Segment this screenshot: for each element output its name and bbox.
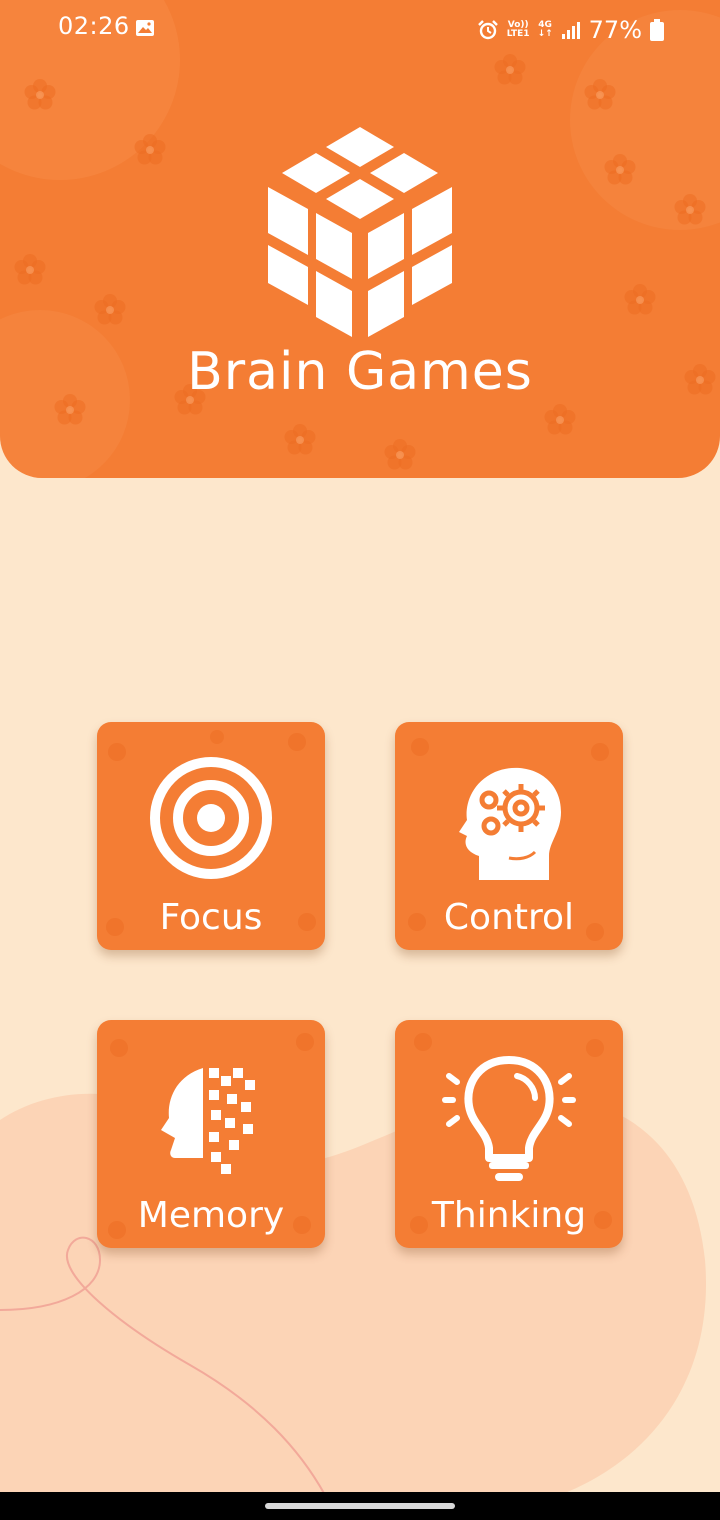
focus-label: Focus bbox=[159, 897, 263, 938]
navigation-bar bbox=[0, 1492, 720, 1520]
focus-tile[interactable]: Focus bbox=[97, 722, 325, 950]
cube-icon bbox=[268, 127, 452, 337]
signal-icon bbox=[561, 22, 580, 39]
status-bar: 02:26 Vo)) LTE1 4G ↓↑ 77% bbox=[0, 0, 720, 58]
volte-indicator: Vo)) LTE1 bbox=[507, 21, 530, 39]
battery-icon bbox=[650, 19, 664, 41]
thinking-tile[interactable]: Thinking bbox=[395, 1020, 623, 1248]
memory-tile[interactable]: Memory bbox=[97, 1020, 325, 1248]
gallery-icon bbox=[136, 20, 154, 36]
volte-bottom-text: LTE1 bbox=[506, 29, 530, 39]
thinking-label: Thinking bbox=[431, 1195, 587, 1236]
memory-label: Memory bbox=[137, 1195, 285, 1236]
network-arrows-text: ↓↑ bbox=[537, 29, 553, 39]
head-pixels-icon bbox=[161, 1068, 255, 1174]
battery-percent: 77% bbox=[588, 16, 642, 44]
alarm-icon bbox=[477, 20, 498, 40]
status-indicators: Vo)) LTE1 4G ↓↑ 77% bbox=[477, 13, 664, 47]
control-tile[interactable]: Control bbox=[395, 722, 623, 950]
control-label: Control bbox=[443, 897, 575, 938]
target-icon bbox=[150, 757, 272, 879]
home-indicator[interactable] bbox=[265, 1503, 455, 1509]
lightbulb-icon bbox=[442, 1056, 576, 1181]
head-gears-icon bbox=[459, 767, 561, 880]
status-time: 02:26 bbox=[58, 12, 130, 40]
app-title: Brain Games bbox=[187, 342, 533, 402]
network-indicator: 4G ↓↑ bbox=[538, 21, 553, 39]
